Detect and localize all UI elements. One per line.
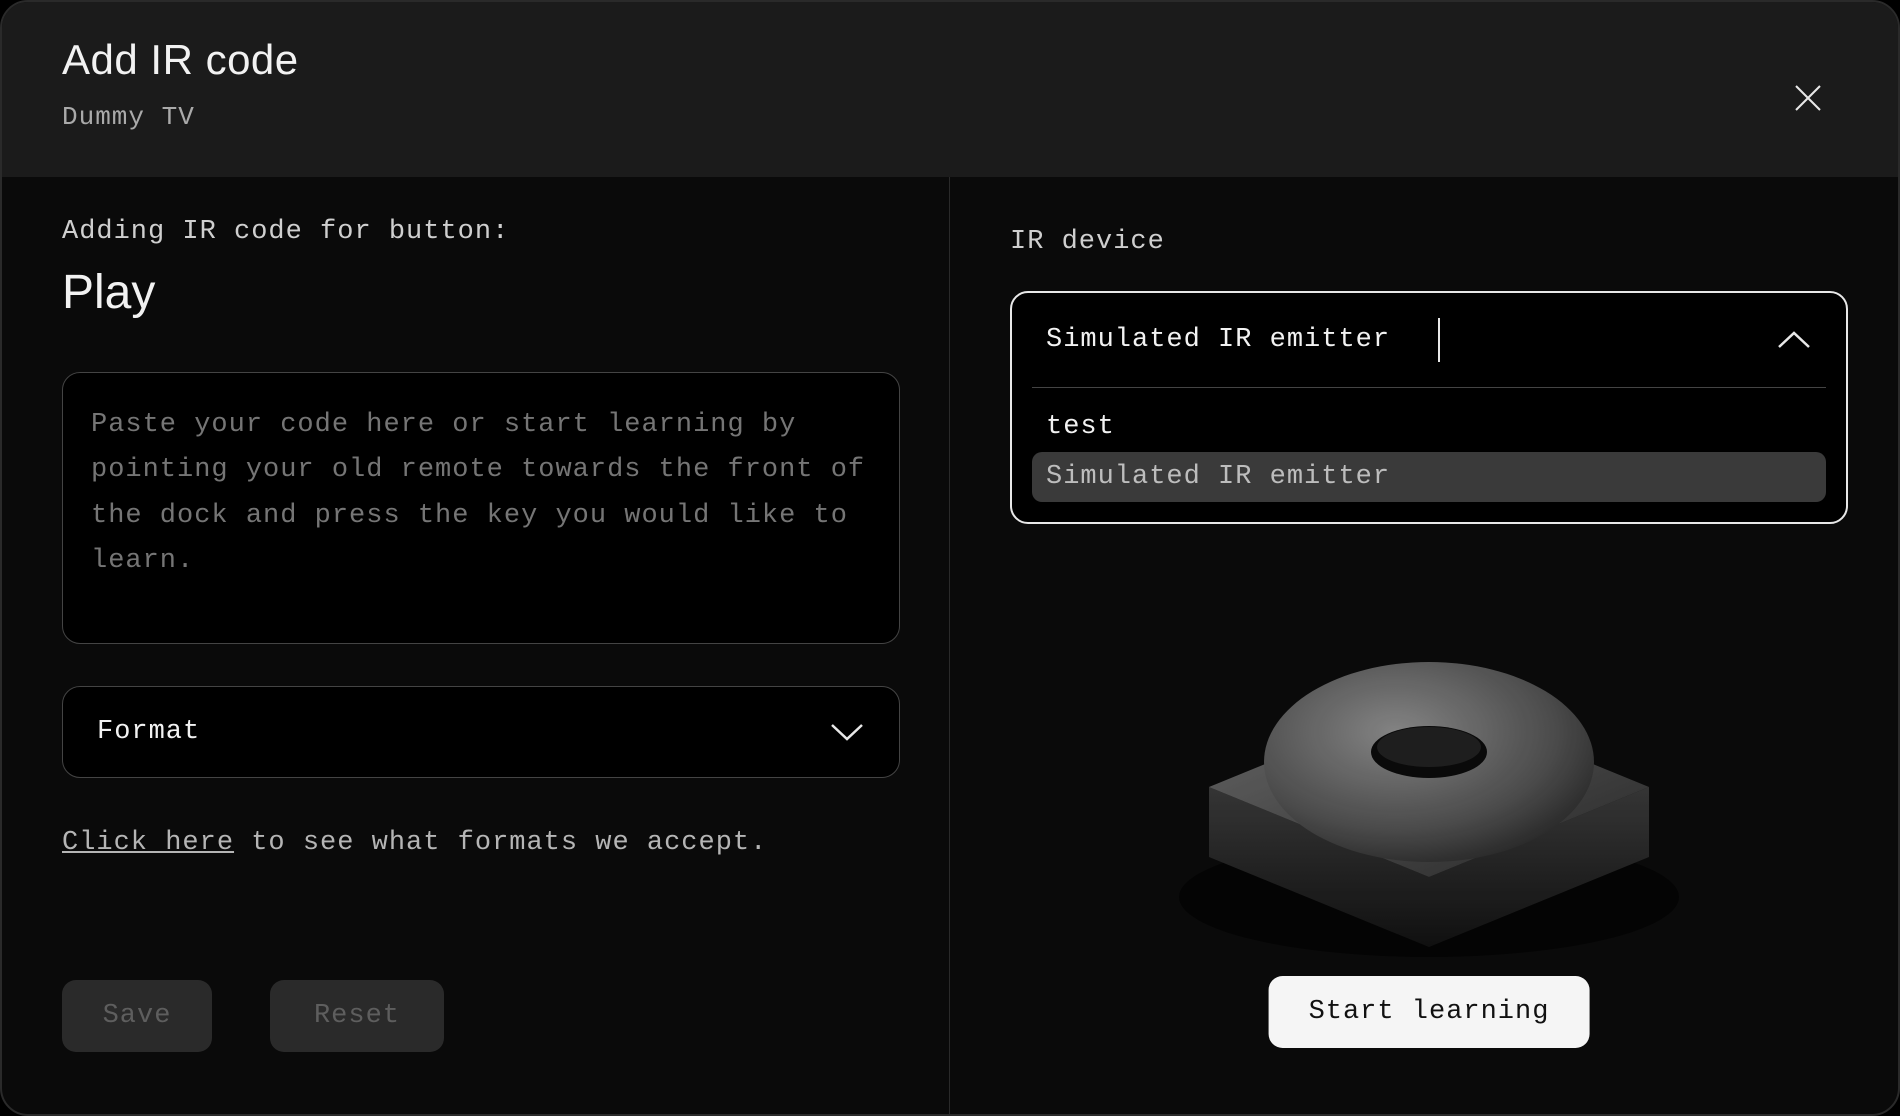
add-ir-code-modal: Add IR code Dummy TV Adding IR code for … (0, 0, 1900, 1116)
button-name: Play (62, 265, 889, 320)
close-icon (1793, 83, 1823, 113)
modal-subtitle: Dummy TV (62, 102, 299, 132)
start-learning-button[interactable]: Start learning (1269, 976, 1590, 1048)
text-caret (1438, 318, 1440, 362)
ir-device-dropdown[interactable]: Simulated IR emitter test Simulated IR e… (1010, 291, 1848, 524)
chevron-up-icon (1776, 329, 1812, 351)
ir-device-selected: Simulated IR emitter (1046, 318, 1440, 362)
formats-hint-text: to see what formats we accept. (234, 828, 767, 858)
modal-header: Add IR code Dummy TV (2, 2, 1898, 177)
reset-button[interactable]: Reset (270, 980, 444, 1052)
left-footer: Save Reset (62, 980, 889, 1074)
modal-body: Adding IR code for button: Play Format C… (2, 177, 1898, 1114)
format-label: Format (97, 717, 200, 747)
format-select[interactable]: Format (62, 686, 900, 778)
header-titles: Add IR code Dummy TV (62, 36, 299, 132)
formats-hint: Click here to see what formats we accept… (62, 828, 889, 858)
ir-device-options: test Simulated IR emitter (1012, 388, 1846, 522)
ir-device-option-test[interactable]: test (1032, 402, 1826, 452)
dock-image (1149, 517, 1709, 977)
ir-device-option-simulated[interactable]: Simulated IR emitter (1032, 452, 1826, 502)
ir-device-label: IR device (1010, 227, 1848, 257)
left-column: Adding IR code for button: Play Format C… (2, 177, 950, 1114)
right-column: IR device Simulated IR emitter test Simu… (950, 177, 1900, 1114)
formats-hint-link[interactable]: Click here (62, 828, 234, 858)
adding-label: Adding IR code for button: (62, 217, 889, 247)
ir-device-dropdown-header[interactable]: Simulated IR emitter (1012, 293, 1846, 387)
modal-title: Add IR code (62, 36, 299, 84)
ir-device-selected-text: Simulated IR emitter (1046, 325, 1390, 355)
chevron-down-icon (829, 721, 865, 743)
ir-code-input[interactable] (62, 372, 900, 644)
close-button[interactable] (1778, 68, 1838, 128)
save-button[interactable]: Save (62, 980, 212, 1052)
